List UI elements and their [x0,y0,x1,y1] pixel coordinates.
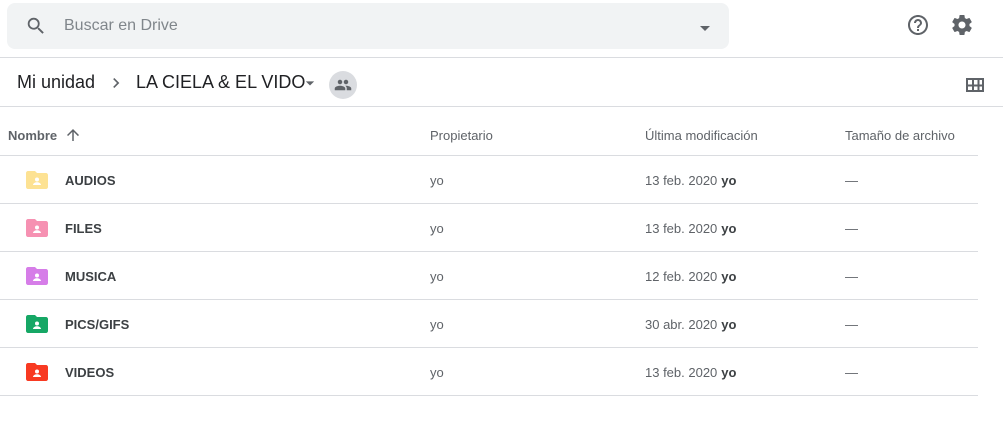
file-size: — [845,173,858,188]
file-size: — [845,317,858,332]
modified-by: yo [721,221,737,236]
modified-by: yo [721,317,737,332]
file-owner: yo [430,173,444,188]
file-size: — [845,221,858,236]
file-list: AUDIOS yo 13 feb. 2020 yo — FILES yo 13 f… [0,156,978,396]
file-size: — [845,269,858,284]
modified-date: 12 feb. 2020 [645,269,718,284]
modified-date: 13 feb. 2020 [645,365,718,380]
modified-date: 30 abr. 2020 [645,317,718,332]
breadcrumb: Mi unidad LA CIELA & EL VIDO [0,58,1003,107]
breadcrumb-root[interactable]: Mi unidad [17,72,95,93]
breadcrumb-current-folder[interactable]: LA CIELA & EL VIDO [136,72,305,93]
help-icon[interactable] [906,13,930,37]
shared-folder-icon [26,171,48,189]
settings-gear-icon[interactable] [950,13,974,37]
file-name: FILES [65,221,102,236]
search-input[interactable] [64,12,664,40]
table-header: Nombre Propietario Última modificación T… [0,107,1003,156]
file-modified: 30 abr. 2020 yo [645,317,736,332]
shared-folder-icon [26,363,48,381]
search-icon[interactable] [25,15,47,37]
folder-menu-caret-icon[interactable] [300,73,320,93]
arrow-upward-icon[interactable] [64,126,82,144]
file-owner: yo [430,269,444,284]
column-header-modified[interactable]: Última modificación [645,128,758,143]
people-icon [334,79,352,91]
file-modified: 13 feb. 2020 yo [645,173,736,188]
file-modified: 12 feb. 2020 yo [645,269,736,284]
file-name: MUSICA [65,269,117,284]
modified-date: 13 feb. 2020 [645,173,718,188]
file-name: PICS/GIFS [65,317,130,332]
file-modified: 13 feb. 2020 yo [645,221,736,236]
table-row[interactable]: MUSICA yo 12 feb. 2020 yo — [0,252,978,300]
shared-folder-icon [26,219,48,237]
modified-date: 13 feb. 2020 [645,221,718,236]
file-owner: yo [430,365,444,380]
file-owner: yo [430,221,444,236]
top-bar [0,0,1003,58]
file-owner: yo [430,317,444,332]
shared-folder-icon [26,267,48,285]
file-size: — [845,365,858,380]
search-bar[interactable] [7,3,729,49]
table-row[interactable]: AUDIOS yo 13 feb. 2020 yo — [0,156,978,204]
modified-by: yo [721,173,737,188]
shared-folder-icon [26,315,48,333]
column-header-owner[interactable]: Propietario [430,128,493,143]
modified-by: yo [721,365,737,380]
file-modified: 13 feb. 2020 yo [645,365,736,380]
column-header-name[interactable]: Nombre [8,128,57,143]
file-name: VIDEOS [65,365,115,380]
column-header-size[interactable]: Tamaño de archivo [845,128,955,143]
grid-view-icon[interactable] [963,73,987,97]
file-name: AUDIOS [65,173,116,188]
table-row[interactable]: PICS/GIFS yo 30 abr. 2020 yo — [0,300,978,348]
table-row[interactable]: FILES yo 13 feb. 2020 yo — [0,204,978,252]
search-options-caret-icon[interactable] [693,16,717,40]
shared-folder-badge[interactable] [329,71,357,99]
chevron-right-icon [113,78,120,88]
modified-by: yo [721,269,737,284]
table-row[interactable]: VIDEOS yo 13 feb. 2020 yo — [0,348,978,396]
